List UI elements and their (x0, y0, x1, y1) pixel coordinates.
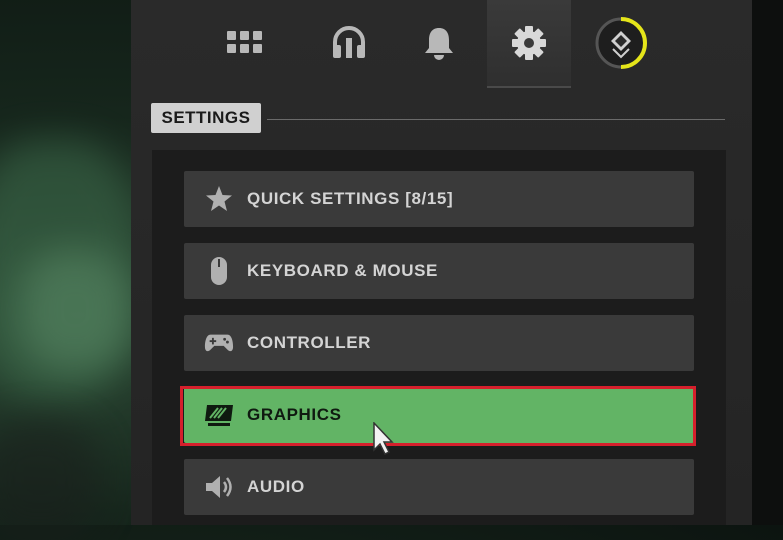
mouse-pointer-icon (373, 421, 395, 460)
divider (267, 119, 725, 120)
menu-item-quick-settings[interactable]: QUICK SETTINGS [8/15] (184, 171, 694, 227)
menu-item-graphics[interactable]: GRAPHICS (184, 387, 694, 443)
bell-icon (425, 28, 453, 60)
mouse-icon (204, 256, 234, 286)
speaker-icon (204, 472, 234, 502)
tab-settings[interactable] (487, 0, 571, 88)
tab-profile[interactable] (579, 0, 663, 86)
gamepad-icon (204, 328, 234, 358)
tab-notifications[interactable] (397, 0, 481, 86)
star-icon (204, 184, 234, 214)
menu-item-label: KEYBOARD & MOUSE (247, 261, 438, 280)
menu-item-label: CONTROLLER (247, 333, 372, 352)
monitor-icon (204, 400, 234, 430)
headset-icon (333, 26, 365, 58)
menu-item-controller[interactable]: CONTROLLER (184, 315, 694, 371)
menu-item-label: QUICK SETTINGS [8/15] (247, 189, 454, 208)
top-tab-bar (131, 0, 752, 88)
settings-panel: SETTINGS QUICK SETTINGS [8/15] KEYBOARD … (131, 0, 752, 525)
grid-icon (227, 31, 262, 53)
menu-item-label: AUDIO (247, 477, 305, 496)
gear-icon (512, 26, 546, 60)
menu-item-label: GRAPHICS (247, 405, 342, 424)
menu-item-audio[interactable]: AUDIO (184, 459, 694, 515)
settings-menu: QUICK SETTINGS [8/15] KEYBOARD & MOUSE C… (152, 150, 726, 525)
menu-item-keyboard-mouse[interactable]: KEYBOARD & MOUSE (184, 243, 694, 299)
tab-grid[interactable] (203, 0, 287, 86)
section-header: SETTINGS (151, 103, 725, 135)
tab-social[interactable] (307, 0, 391, 86)
section-title: SETTINGS (151, 103, 261, 133)
rank-emblem-icon (595, 17, 647, 69)
